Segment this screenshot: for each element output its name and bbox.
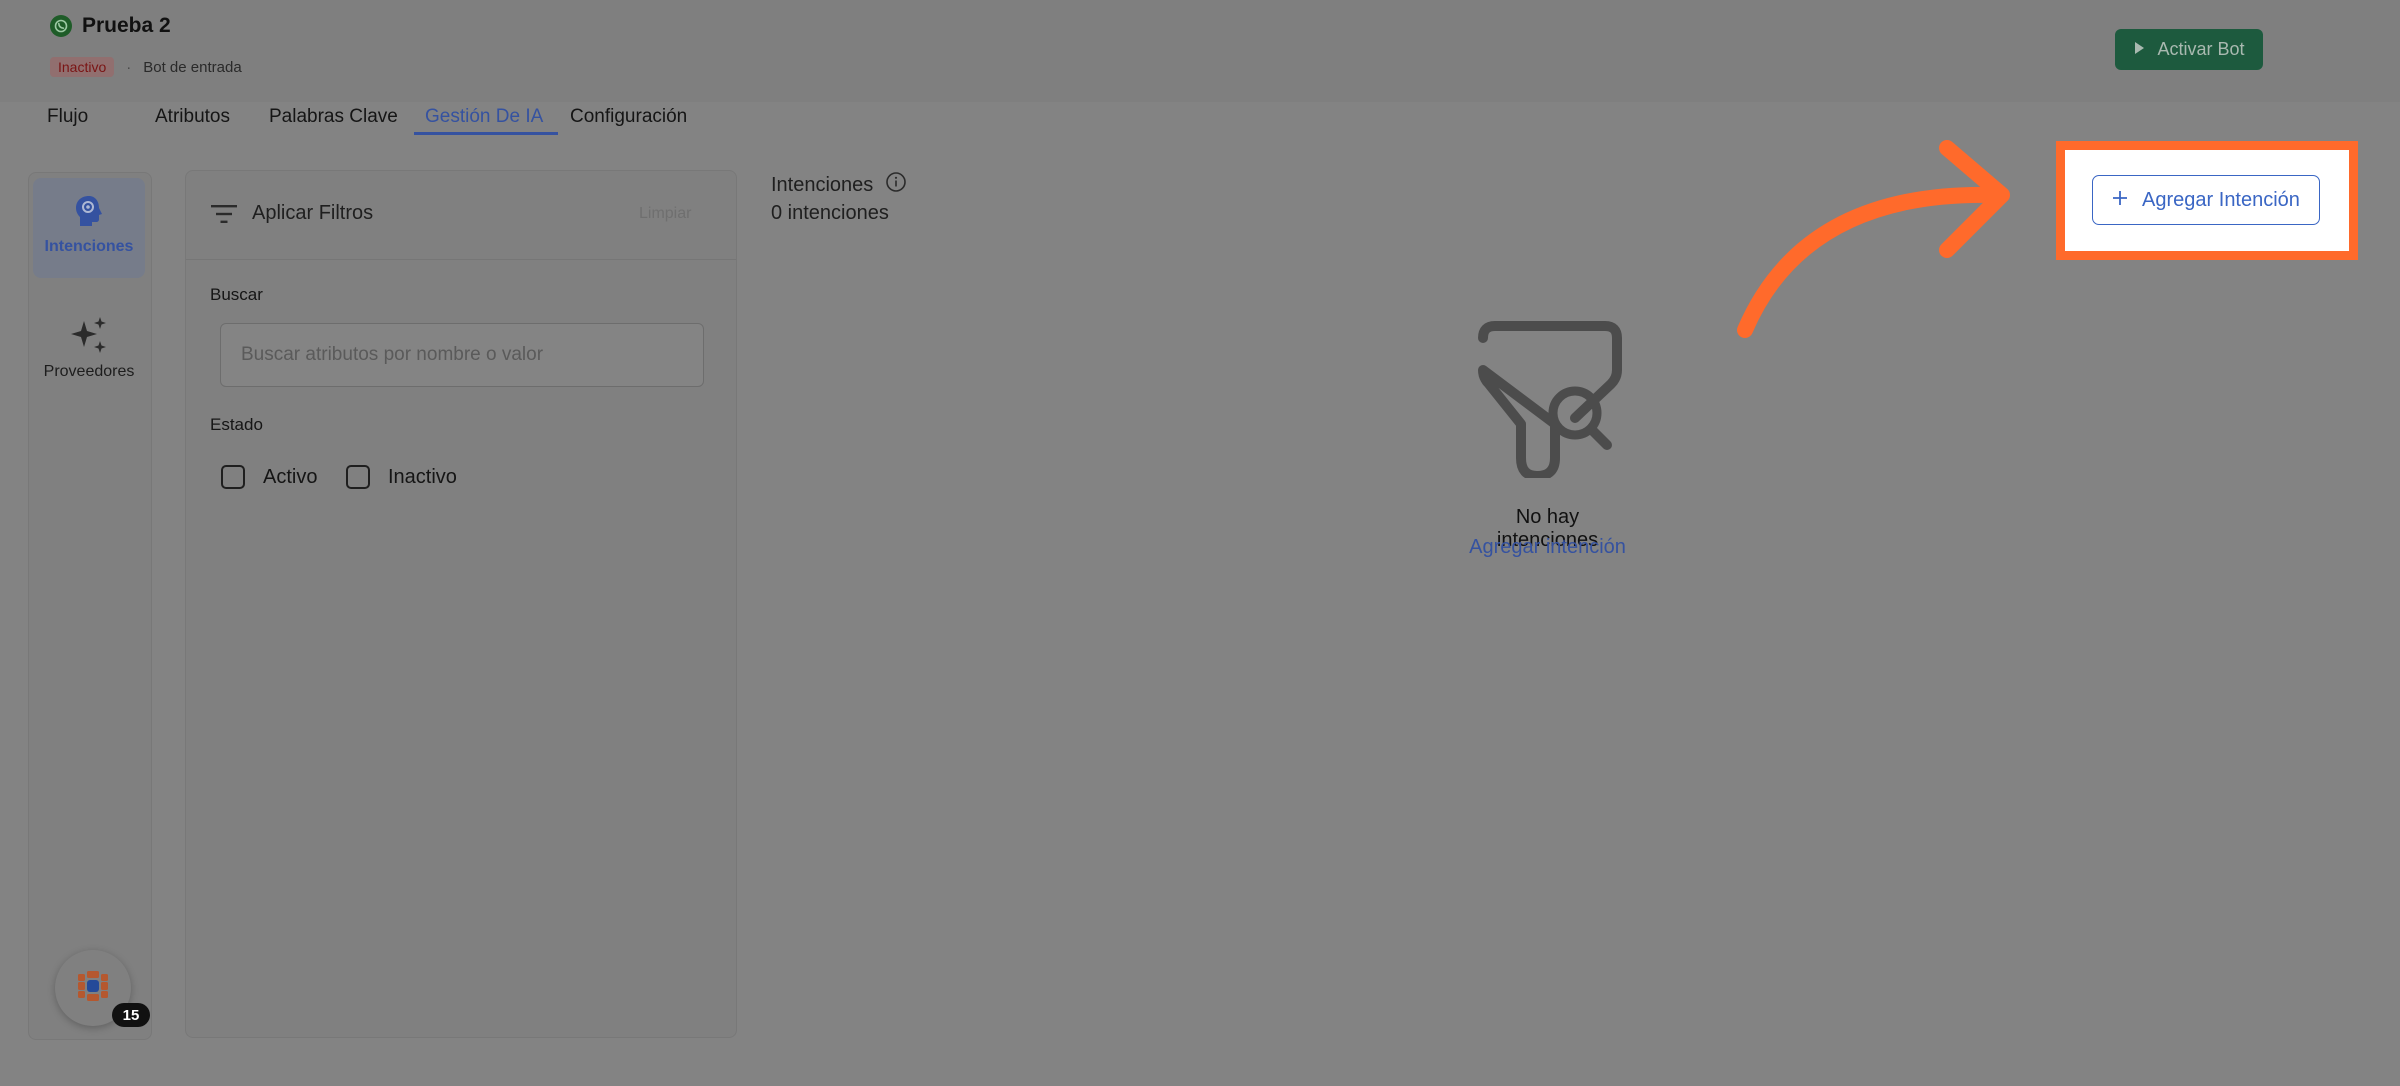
intenciones-count: 0 intenciones <box>771 202 889 224</box>
active-tab-indicator <box>414 132 558 135</box>
bot-meta: Inactivo · Bot de entrada <box>50 57 242 77</box>
filter-title: Aplicar Filtros <box>252 202 374 224</box>
inactivo-checkbox[interactable] <box>346 465 370 489</box>
tab-configuracion[interactable]: Configuración <box>570 106 687 128</box>
status-badge: Inactivo <box>50 57 115 77</box>
tab-gestion-ia[interactable]: Gestión De IA <box>425 106 543 128</box>
sidebar-item-intenciones[interactable]: Intenciones <box>33 178 145 278</box>
checkbox-label: Inactivo <box>388 465 457 488</box>
filter-panel: Aplicar Filtros Limpiar Buscar Buscar at… <box>185 170 737 1038</box>
activo-checkbox[interactable] <box>221 465 245 489</box>
tab-atributos[interactable]: Atributos <box>155 106 230 128</box>
bot-title-row: Prueba 2 <box>50 14 171 38</box>
tab-palabras-clave[interactable]: Palabras Clave <box>269 106 398 128</box>
plus-icon <box>2112 189 2128 212</box>
brain-gear-icon <box>73 192 105 230</box>
section-sidebar: Intenciones Proveedores <box>28 172 152 1040</box>
sidebar-item-label: Intenciones <box>44 238 134 255</box>
search-input[interactable]: Buscar atributos por nombre o valor <box>220 323 704 387</box>
add-intention-label: Agregar Intención <box>2142 188 2300 211</box>
tab-flujo[interactable]: Flujo <box>47 106 88 128</box>
status-option-inactivo[interactable]: Inactivo <box>346 465 457 489</box>
meta-separator: · <box>126 58 132 76</box>
intenciones-heading: Intenciones <box>771 173 874 196</box>
info-icon[interactable] <box>885 171 907 199</box>
checkbox-label: Activo <box>263 465 318 488</box>
annotation-arrow-icon <box>1725 140 2025 355</box>
help-logo-icon <box>76 969 110 1008</box>
whatsapp-icon <box>50 15 72 37</box>
filter-header: Aplicar Filtros Limpiar <box>186 171 736 260</box>
activate-bot-button[interactable]: Activar Bot <box>2115 29 2263 70</box>
filter-lines-icon <box>211 204 237 229</box>
activate-bot-label: Activar Bot <box>2157 39 2245 59</box>
content-title: Intenciones <box>771 171 907 199</box>
tab-bar: Flujo Atributos Palabras Clave Gestión D… <box>0 102 2400 138</box>
sidebar-item-label: Proveedores <box>43 363 135 380</box>
clear-filters-link[interactable]: Limpiar <box>639 205 691 223</box>
search-label: Buscar <box>210 285 263 304</box>
empty-state-add-link[interactable]: Agregar intención <box>1460 536 1635 559</box>
add-intention-button[interactable]: Agregar Intención <box>2092 175 2320 225</box>
sidebar-item-proveedores[interactable]: Proveedores <box>33 303 145 381</box>
bot-type-label: Bot de entrada <box>143 58 242 76</box>
top-header: Prueba 2 Inactivo · Bot de entrada Activ… <box>0 0 2400 102</box>
bot-name: Prueba 2 <box>82 14 171 37</box>
help-notification-count: 15 <box>112 1003 150 1027</box>
sparkles-icon <box>68 317 110 355</box>
play-icon <box>2133 39 2145 60</box>
status-label: Estado <box>210 415 263 434</box>
empty-filter-search-icon <box>1475 318 1625 483</box>
status-option-activo[interactable]: Activo <box>221 465 317 489</box>
